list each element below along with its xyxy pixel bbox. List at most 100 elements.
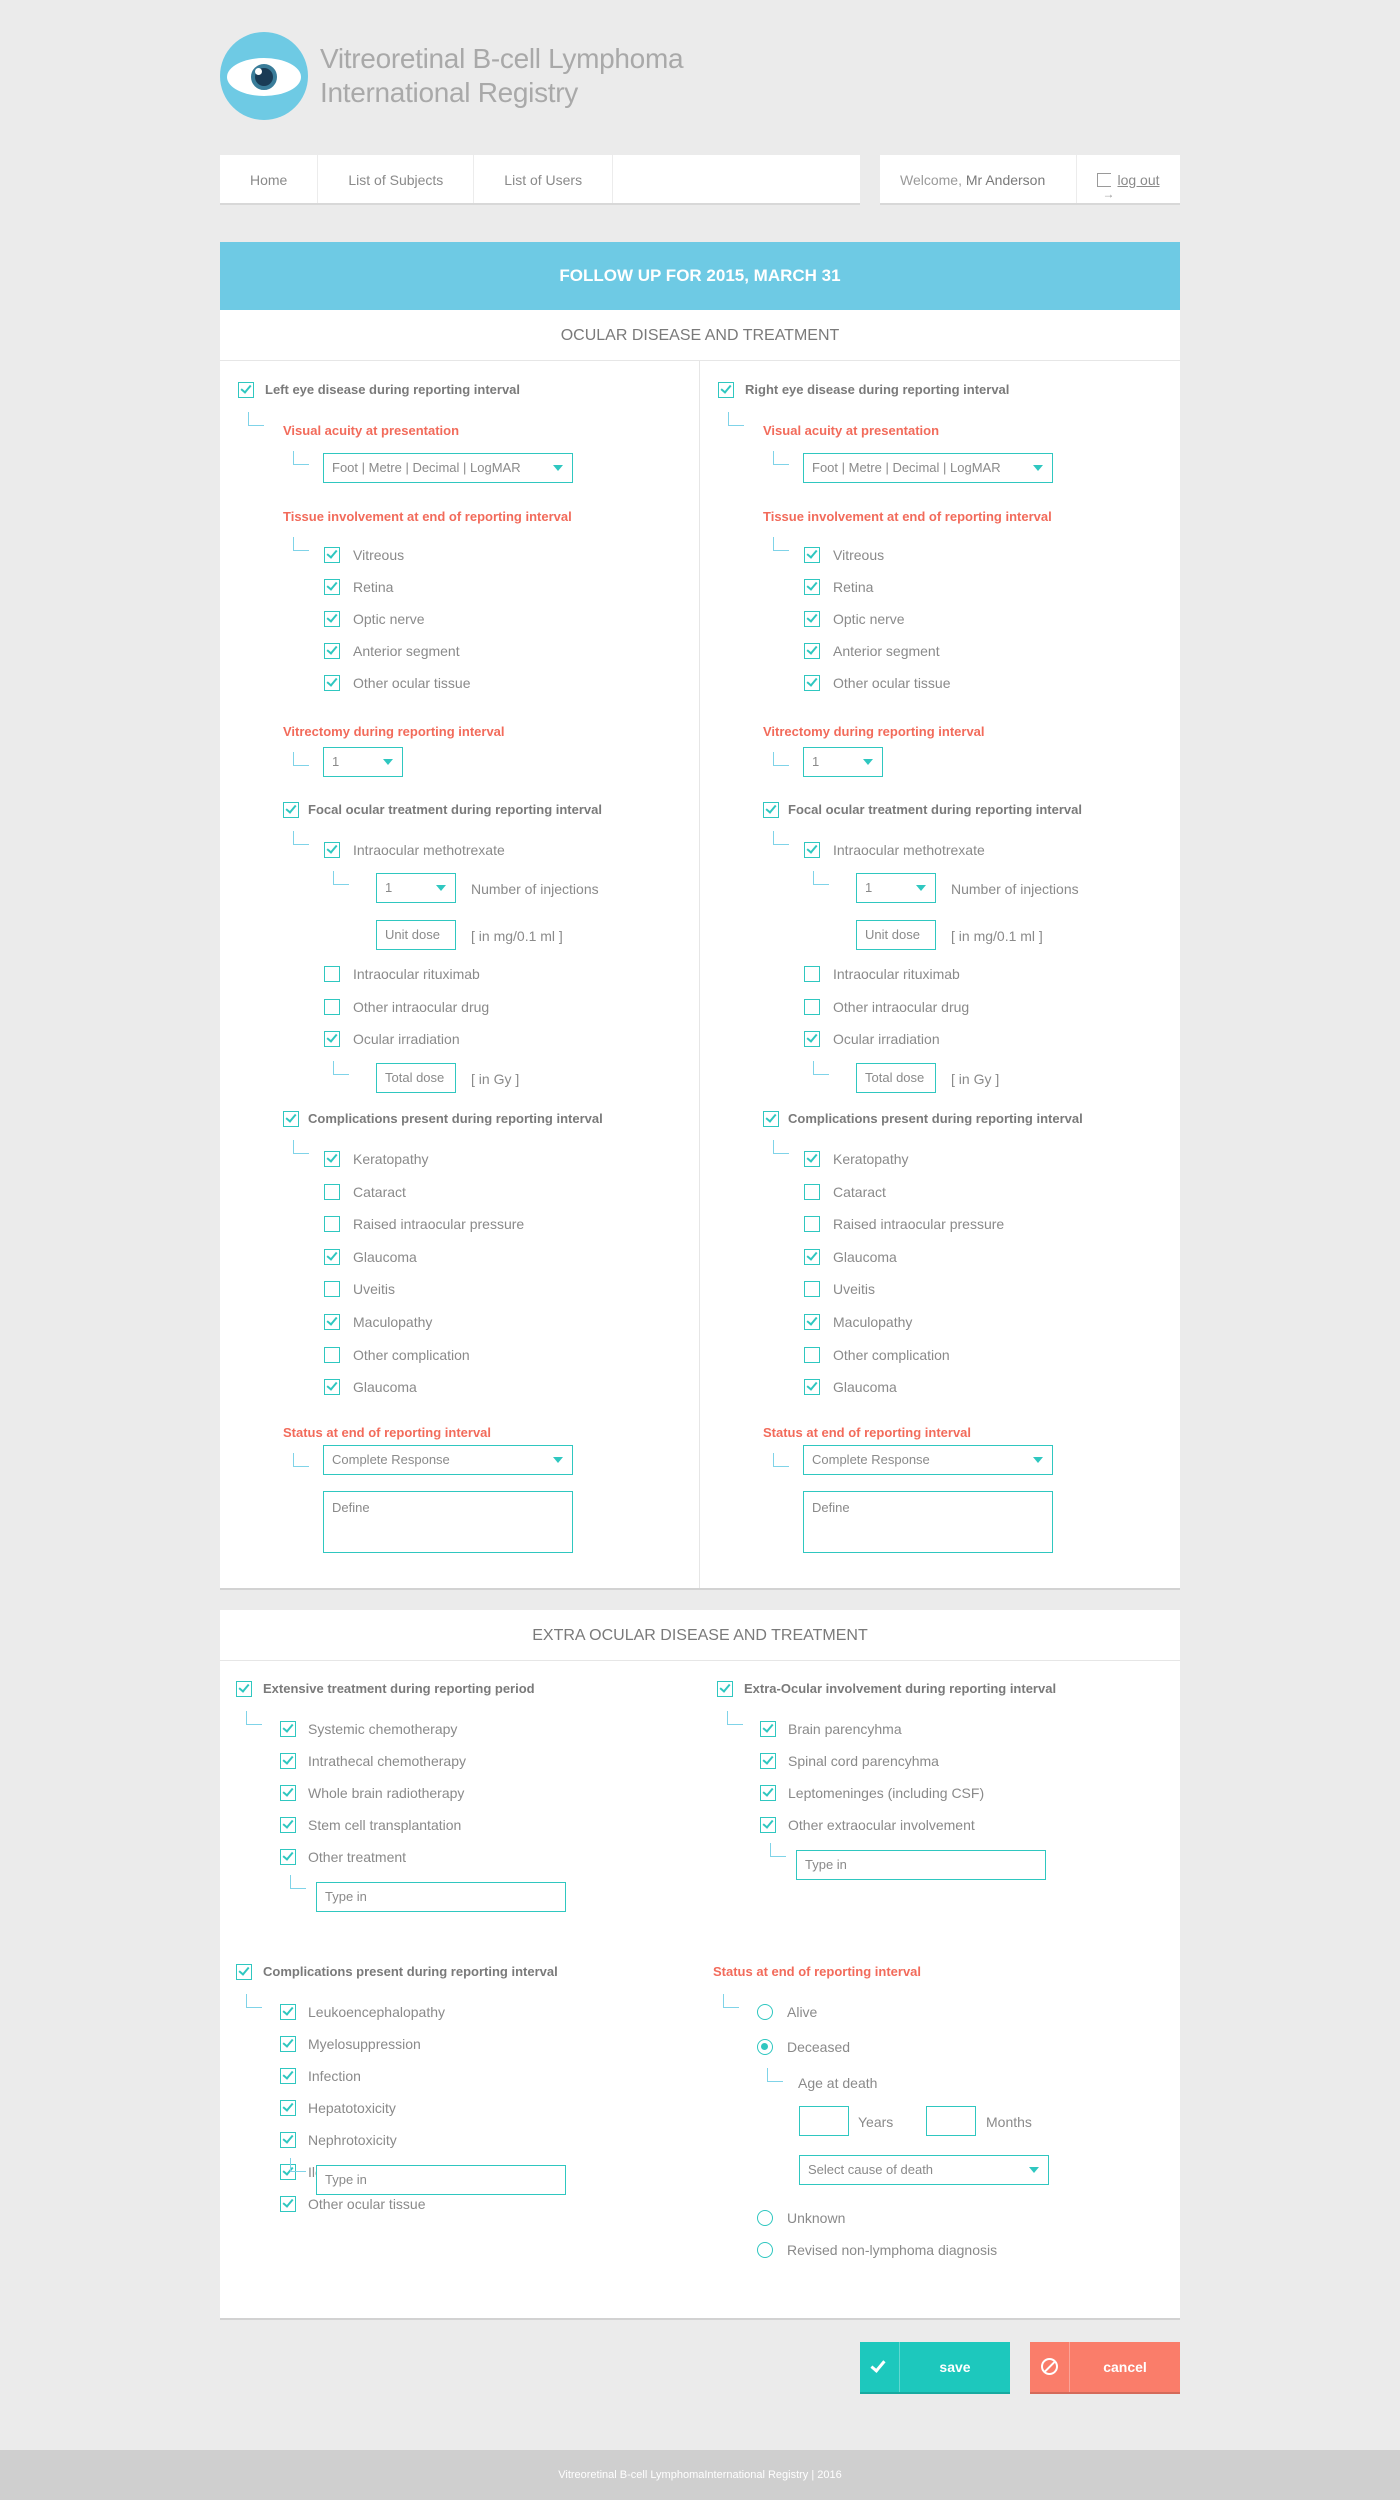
extra-complication-label: Leukoencephalopathy	[308, 2004, 446, 2020]
right-methotrexate-checkbox[interactable]	[804, 842, 820, 858]
left-focal-treatment-checkbox[interactable]	[283, 802, 299, 818]
right-complication-checkbox[interactable]	[804, 1314, 820, 1330]
status-revised-radio[interactable]	[757, 2242, 773, 2258]
left-rituximab-checkbox[interactable]	[324, 966, 340, 982]
extra-ocular-involvement-checkbox[interactable]	[717, 1681, 733, 1697]
left-visual-acuity-select[interactable]: Foot | Metre | Decimal | LogMAR	[323, 453, 573, 483]
right-complication-label: Keratopathy	[833, 1151, 909, 1167]
right-complication-checkbox[interactable]	[804, 1151, 820, 1167]
extensive-treatment-checkbox[interactable]	[236, 1681, 252, 1697]
extra-complication-checkbox[interactable]	[280, 2100, 296, 2116]
other-involvement-input[interactable]: Type in	[796, 1850, 1046, 1880]
left-complication-checkbox[interactable]	[324, 1183, 340, 1200]
tree-connector	[773, 451, 789, 465]
involvement-checkbox[interactable]	[760, 1753, 776, 1769]
save-button[interactable]: save	[860, 2342, 1010, 2394]
extra-complication-checkbox[interactable]	[280, 2132, 296, 2148]
eye-logo-icon	[220, 32, 308, 120]
right-complication-checkbox[interactable]	[804, 1346, 820, 1363]
tree-connector	[293, 537, 309, 551]
right-focal-treatment-checkbox[interactable]	[763, 802, 779, 818]
left-complication-checkbox[interactable]	[324, 1346, 340, 1363]
right-complication-checkbox[interactable]	[804, 1183, 820, 1200]
extra-complications-checkbox[interactable]	[236, 1964, 252, 1980]
cause-of-death-select[interactable]: Select cause of death	[799, 2155, 1049, 2185]
right-define-textarea[interactable]: Define	[803, 1491, 1053, 1553]
extra-complications-title: Complications present during reporting i…	[263, 1964, 558, 1979]
involvement-checkbox[interactable]	[760, 1721, 776, 1737]
extra-complication-checkbox[interactable]	[280, 2036, 296, 2052]
tree-connector	[246, 1994, 262, 2008]
right-status-select[interactable]: Complete Response	[803, 1445, 1053, 1475]
left-tissue-checkbox[interactable]	[324, 611, 340, 627]
age-years-input[interactable]	[799, 2106, 849, 2136]
left-tissue-checkbox[interactable]	[324, 547, 340, 563]
left-complication-checkbox[interactable]	[324, 1216, 340, 1233]
treatment-checkbox[interactable]	[280, 1721, 296, 1737]
left-tissue-checkbox[interactable]	[324, 643, 340, 659]
right-rituximab-checkbox[interactable]	[804, 966, 820, 982]
cancel-button[interactable]: cancel	[1030, 2342, 1180, 2394]
treatment-checkbox[interactable]	[280, 1849, 296, 1865]
right-injections-select[interactable]: 1	[856, 873, 936, 903]
right-tissue-checkbox[interactable]	[804, 675, 820, 691]
right-tissue-checkbox[interactable]	[804, 611, 820, 627]
left-tissue-checkbox[interactable]	[324, 579, 340, 595]
left-other-drug-checkbox[interactable]	[324, 999, 340, 1015]
logout-button[interactable]: log out	[1076, 155, 1180, 219]
right-complication-checkbox[interactable]	[804, 1216, 820, 1233]
right-tissue-checkbox[interactable]	[804, 579, 820, 595]
left-status-select[interactable]: Complete Response	[323, 1445, 573, 1475]
right-unit-dose-input[interactable]: Unit dose	[856, 920, 936, 950]
extra-complication-checkbox[interactable]	[280, 2004, 296, 2020]
left-complication-checkbox[interactable]	[324, 1314, 340, 1330]
extra-complication-checkbox[interactable]	[280, 2196, 296, 2212]
right-vitrectomy-select[interactable]: 1	[803, 747, 883, 777]
left-irradiation-checkbox[interactable]	[324, 1031, 340, 1047]
treatment-checkbox[interactable]	[280, 1817, 296, 1833]
nav-home[interactable]: Home	[220, 155, 319, 203]
involvement-checkbox[interactable]	[760, 1817, 776, 1833]
left-complication-checkbox[interactable]	[324, 1151, 340, 1167]
right-complication-checkbox[interactable]	[804, 1281, 820, 1298]
tree-connector	[293, 451, 309, 465]
left-complication-checkbox[interactable]	[324, 1281, 340, 1298]
right-total-dose-input[interactable]: Total dose	[856, 1063, 936, 1093]
right-other-drug-checkbox[interactable]	[804, 999, 820, 1015]
status-unknown-radio[interactable]	[757, 2210, 773, 2226]
right-complication-checkbox[interactable]	[804, 1379, 820, 1396]
nav-list-of-users[interactable]: List of Users	[474, 155, 614, 203]
other-treatment-input[interactable]: Type in	[316, 1882, 566, 1912]
left-unit-dose-input[interactable]: Unit dose	[376, 920, 456, 950]
right-irradiation-checkbox[interactable]	[804, 1031, 820, 1047]
left-methotrexate-checkbox[interactable]	[324, 842, 340, 858]
nav-list-of-subjects[interactable]: List of Subjects	[318, 155, 475, 203]
right-complication-checkbox[interactable]	[804, 1248, 820, 1265]
footer: Vitreoretinal B-cell LymphomaInternation…	[0, 2450, 1400, 2500]
age-months-input[interactable]	[926, 2106, 976, 2136]
left-complication-checkbox[interactable]	[324, 1248, 340, 1265]
other-complication-input[interactable]: Type in	[316, 2165, 566, 2195]
left-define-textarea[interactable]: Define	[323, 1491, 573, 1553]
right-tissue-checkbox[interactable]	[804, 643, 820, 659]
left-complication-checkbox[interactable]	[324, 1379, 340, 1396]
left-eye-disease-checkbox[interactable]	[238, 382, 254, 398]
extra-complication-checkbox[interactable]	[280, 2068, 296, 2084]
right-complications-checkbox[interactable]	[763, 1111, 779, 1127]
right-visual-acuity-select[interactable]: Foot | Metre | Decimal | LogMAR	[803, 453, 1053, 483]
right-eye-disease-checkbox[interactable]	[718, 382, 734, 398]
involvement-checkbox[interactable]	[760, 1785, 776, 1801]
treatment-checkbox[interactable]	[280, 1785, 296, 1801]
left-total-dose-input[interactable]: Total dose	[376, 1063, 456, 1093]
status-deceased-radio[interactable]	[757, 2039, 773, 2055]
left-eye-disease-title: Left eye disease during reporting interv…	[265, 382, 521, 397]
treatment-checkbox[interactable]	[280, 1753, 296, 1769]
left-complications-checkbox[interactable]	[283, 1111, 299, 1127]
left-injections-select[interactable]: 1	[376, 873, 456, 903]
status-alive-radio[interactable]	[757, 2004, 773, 2020]
right-tissue-checkbox[interactable]	[804, 547, 820, 563]
left-vitrectomy-select[interactable]: 1	[323, 747, 403, 777]
extra-complication-label: Myelosuppression	[308, 2036, 421, 2052]
left-tissue-checkbox[interactable]	[324, 675, 340, 691]
tree-connector	[728, 412, 744, 426]
